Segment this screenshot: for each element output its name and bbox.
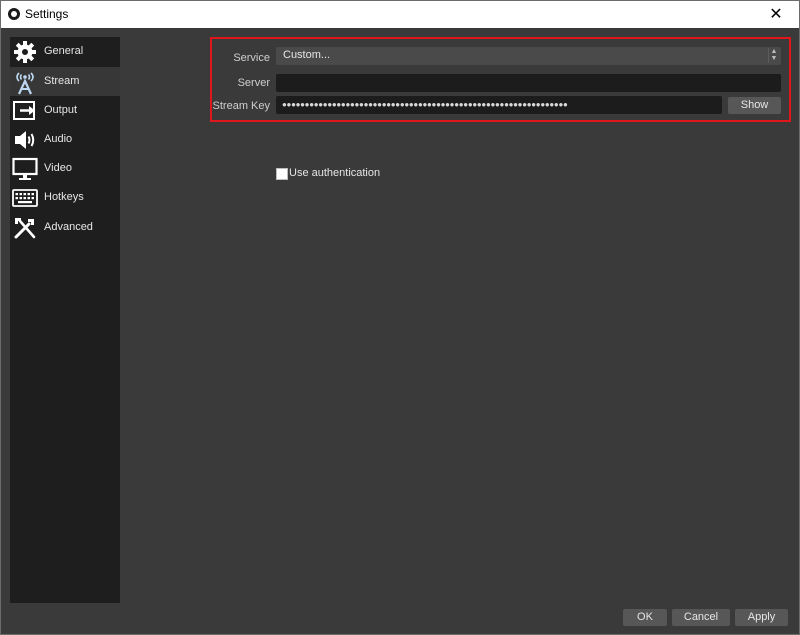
- sidebar-item-output[interactable]: Output: [10, 96, 120, 125]
- close-button[interactable]: ✕: [753, 1, 799, 28]
- sidebar-item-label: Video: [44, 162, 72, 174]
- cancel-button[interactable]: Cancel: [672, 609, 730, 626]
- speaker-icon: [15, 131, 35, 149]
- settings-sidebar: General Stream Output Audio Video Hotkey…: [10, 37, 120, 603]
- sidebar-item-hotkeys[interactable]: Hotkeys: [10, 183, 120, 212]
- use-authentication-label: Use authentication: [289, 167, 381, 179]
- window-title: Settings: [25, 7, 69, 21]
- highlight-rectangle: [210, 37, 791, 122]
- ok-button[interactable]: OK: [623, 609, 667, 626]
- sidebar-item-video[interactable]: Video: [10, 154, 120, 183]
- keyboard-icon: [12, 189, 38, 207]
- obs-logo-icon: [8, 8, 20, 20]
- broadcast-tower-icon: [16, 72, 34, 95]
- settings-body: General Stream Output Audio Video Hotkey…: [1, 28, 799, 634]
- sidebar-item-label: Hotkeys: [44, 191, 84, 203]
- sidebar-item-label: Stream: [44, 75, 80, 87]
- apply-button[interactable]: Apply: [735, 609, 788, 626]
- sidebar-item-label: Audio: [44, 133, 73, 145]
- settings-window: Settings ✕ General Stream Output Audio V…: [0, 0, 800, 635]
- sidebar-item-label: Advanced: [44, 221, 93, 233]
- sidebar-item-general[interactable]: General: [10, 37, 120, 66]
- sidebar-item-label: Output: [44, 104, 78, 116]
- sidebar-item-stream[interactable]: Stream: [10, 67, 120, 96]
- gear-icon: [14, 41, 36, 63]
- tools-icon: [14, 218, 36, 239]
- use-authentication-checkbox[interactable]: [276, 168, 288, 180]
- output-icon: [13, 101, 35, 120]
- sidebar-item-advanced[interactable]: Advanced: [10, 213, 120, 242]
- monitor-icon: [12, 157, 38, 180]
- sidebar-item-label: General: [44, 45, 84, 57]
- sidebar-item-audio[interactable]: Audio: [10, 125, 120, 154]
- title-bar: Settings ✕: [1, 1, 799, 28]
